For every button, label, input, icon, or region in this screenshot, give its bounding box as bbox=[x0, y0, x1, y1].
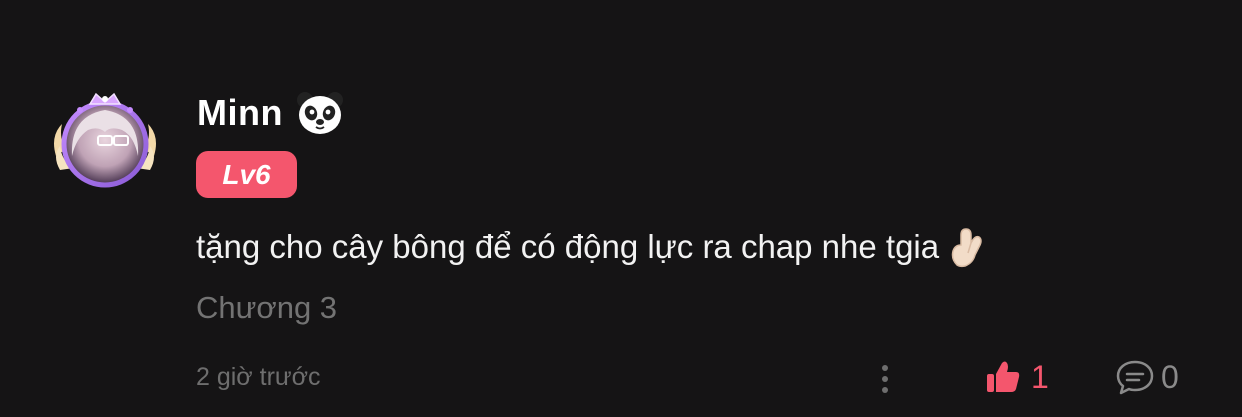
more-vertical-icon bbox=[882, 365, 888, 393]
reply-count: 0 bbox=[1161, 358, 1179, 395]
username-row: Minn bbox=[197, 88, 345, 138]
level-text: Lv6 bbox=[222, 158, 271, 190]
avatar[interactable] bbox=[50, 86, 160, 196]
level-badge: Lv6 bbox=[196, 151, 297, 198]
avatar-frame-icon bbox=[54, 92, 156, 188]
reply-button[interactable]: 0 bbox=[1115, 357, 1179, 397]
thumbs-up-icon bbox=[987, 361, 1020, 392]
comment-item: Minn Lv6 tặng cho cây bông để có động lự… bbox=[0, 0, 1242, 417]
comment-body: tặng cho cây bông để có động lực ra chap… bbox=[196, 222, 987, 272]
comment-icon bbox=[1116, 360, 1154, 395]
chapter-label[interactable]: Chương 3 bbox=[196, 290, 337, 326]
like-button[interactable]: 1 bbox=[985, 357, 1049, 397]
crossed-fingers-icon bbox=[947, 225, 987, 269]
timestamp: 2 giờ trước bbox=[196, 363, 321, 391]
like-count: 1 bbox=[1031, 358, 1049, 395]
comment-text: tặng cho cây bông để có động lực ra chap… bbox=[196, 228, 940, 265]
more-options-button[interactable] bbox=[873, 362, 897, 396]
username[interactable]: Minn bbox=[197, 92, 283, 134]
panda-icon bbox=[295, 90, 345, 136]
